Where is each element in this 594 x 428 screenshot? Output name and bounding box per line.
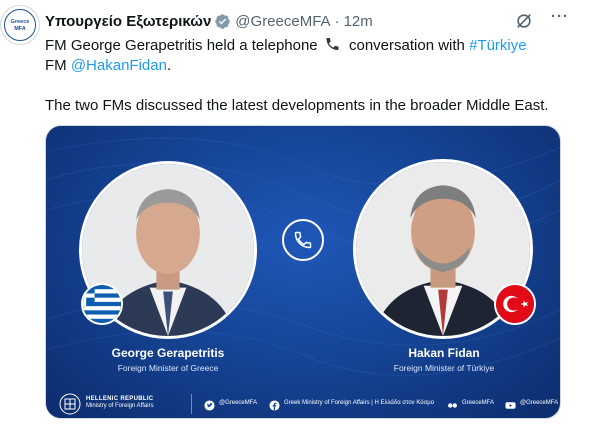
left-person-name: George Gerapetritis xyxy=(111,346,225,360)
social-twitter-text: @GreeceMFA xyxy=(219,400,258,406)
author-handle[interactable]: @GreeceMFA xyxy=(235,13,330,30)
twitter-icon xyxy=(204,398,215,411)
separator-dot: · xyxy=(334,12,340,30)
greece-flag-icon xyxy=(81,283,123,325)
mention-link[interactable]: @HakanFidan xyxy=(71,57,167,74)
footer-divider xyxy=(191,394,192,414)
avatar[interactable]: Greece MFA xyxy=(0,5,40,45)
social-youtube-text: @GreeceMFA xyxy=(520,400,559,406)
social-flickr-text: GreeceMFA xyxy=(462,400,495,406)
greece-mfa-logo: Greece MFA xyxy=(4,9,36,41)
more-options-icon[interactable]: ··· xyxy=(551,8,575,32)
text-segment: . xyxy=(166,57,172,74)
turkiye-flag-icon xyxy=(494,283,536,325)
card-footer: HELLENIC REPUBLIC Ministry of Foreign Af… xyxy=(46,388,560,418)
tweet-media-image[interactable]: George Gerapetritis Foreign Minister of … xyxy=(45,125,561,419)
social-youtube: @GreeceMFA xyxy=(505,397,558,409)
right-person-name: Hakan Fidan xyxy=(408,346,480,360)
text-segment: FM xyxy=(45,57,71,74)
ministry-line2: Ministry of Foreign Affairs xyxy=(86,403,154,409)
right-person-title: Foreign Minister of Türkiye xyxy=(393,363,495,373)
tweet-line-2: FM @HakanFidan. xyxy=(45,56,575,76)
left-person-title: Foreign Minister of Greece xyxy=(117,363,219,373)
social-flickr: GreeceMFA xyxy=(447,397,494,409)
social-facebook-text: Greek Ministry of Foreign Affairs | Η Ελ… xyxy=(284,400,435,406)
ministry-label: HELLENIC REPUBLIC Ministry of Foreign Af… xyxy=(86,396,154,410)
tweet-text: FM George Gerapetritis held a telephone … xyxy=(45,36,575,116)
avatar-text-line1: Greece xyxy=(10,19,30,25)
hashtag-link[interactable]: #Türkiye xyxy=(469,37,527,54)
text-segment: FM George Gerapetritis held a telephone xyxy=(45,37,322,54)
social-twitter: @GreeceMFA xyxy=(204,397,258,411)
tweet-line-1: FM George Gerapetritis held a telephone … xyxy=(45,36,575,56)
tweet-timestamp[interactable]: 12m xyxy=(344,13,373,30)
social-facebook: Greek Ministry of Foreign Affairs | Η Ελ… xyxy=(269,397,435,411)
text-segment: conversation with xyxy=(344,37,470,54)
ministry-line1: HELLENIC REPUBLIC xyxy=(86,396,154,402)
tweet-header: Υπουργείο Εξωτερικών @GreeceMFA · 12m xyxy=(45,11,373,31)
telephone-receiver-icon xyxy=(324,36,341,52)
verified-badge-icon[interactable] xyxy=(214,13,231,30)
display-name[interactable]: Υπουργείο Εξωτερικών xyxy=(45,13,211,30)
hellenic-republic-emblem-icon xyxy=(59,393,81,415)
avatar-text-line2: MFA xyxy=(14,26,26,32)
facebook-icon xyxy=(269,398,280,411)
tweet-line-3: The two FMs discussed the latest develop… xyxy=(45,97,549,114)
phone-call-icon xyxy=(282,219,324,261)
flickr-icon xyxy=(447,398,458,409)
youtube-icon xyxy=(505,398,516,409)
grok-icon[interactable] xyxy=(515,12,533,30)
